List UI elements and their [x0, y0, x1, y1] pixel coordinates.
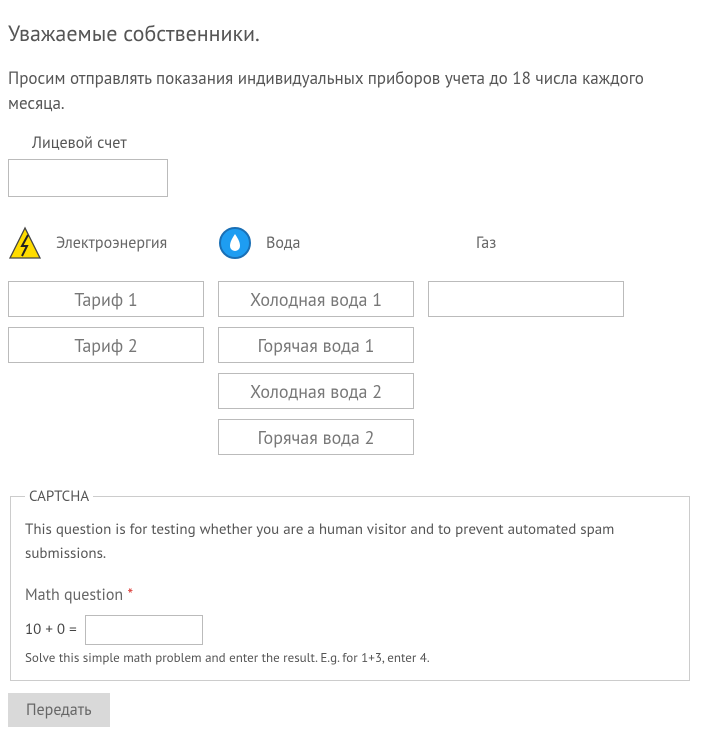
gas-input[interactable] [428, 281, 624, 317]
column-water-header: Вода [218, 223, 414, 263]
captcha-description: This question is for testing whether you… [25, 518, 675, 565]
column-water: Вода [218, 223, 414, 465]
electricity-tariff-1-input[interactable] [8, 281, 204, 317]
captcha-math-label: Math question * [25, 585, 675, 605]
submit-button[interactable]: Передать [8, 693, 110, 727]
meter-columns: Электроэнергия Вода Газ [8, 223, 699, 465]
column-electricity-header: Электроэнергия [8, 223, 204, 263]
captcha-math-expression: 10 + 0 = [25, 620, 77, 639]
captcha-fieldset: CAPTCHA This question is for testing whe… [10, 487, 690, 681]
captcha-math-help: Solve this simple math problem and enter… [25, 649, 675, 666]
column-water-label: Вода [266, 233, 300, 253]
water-cold-2-input[interactable] [218, 373, 414, 409]
water-icon [218, 226, 252, 260]
column-gas-header: Газ [428, 223, 624, 263]
water-cold-1-input[interactable] [218, 281, 414, 317]
required-marker: * [127, 585, 133, 605]
column-gas-label: Газ [476, 233, 496, 253]
water-hot-2-input[interactable] [218, 419, 414, 455]
captcha-math-input[interactable] [85, 615, 203, 645]
column-gas: Газ [428, 223, 624, 465]
column-electricity: Электроэнергия [8, 223, 204, 465]
page-heading: Уважаемые собственники. [8, 20, 699, 48]
intro-text: Просим отправлять показания индивидуальн… [8, 66, 699, 115]
captcha-math-row: 10 + 0 = [25, 615, 675, 645]
water-hot-1-input[interactable] [218, 327, 414, 363]
account-input[interactable] [8, 159, 168, 197]
electricity-tariff-2-input[interactable] [8, 327, 204, 363]
account-label: Лицевой счет [32, 133, 699, 153]
column-electricity-label: Электроэнергия [56, 233, 167, 253]
captcha-legend: CAPTCHA [25, 487, 93, 506]
captcha-math-label-text: Math question [25, 585, 123, 605]
electricity-icon [8, 226, 42, 260]
